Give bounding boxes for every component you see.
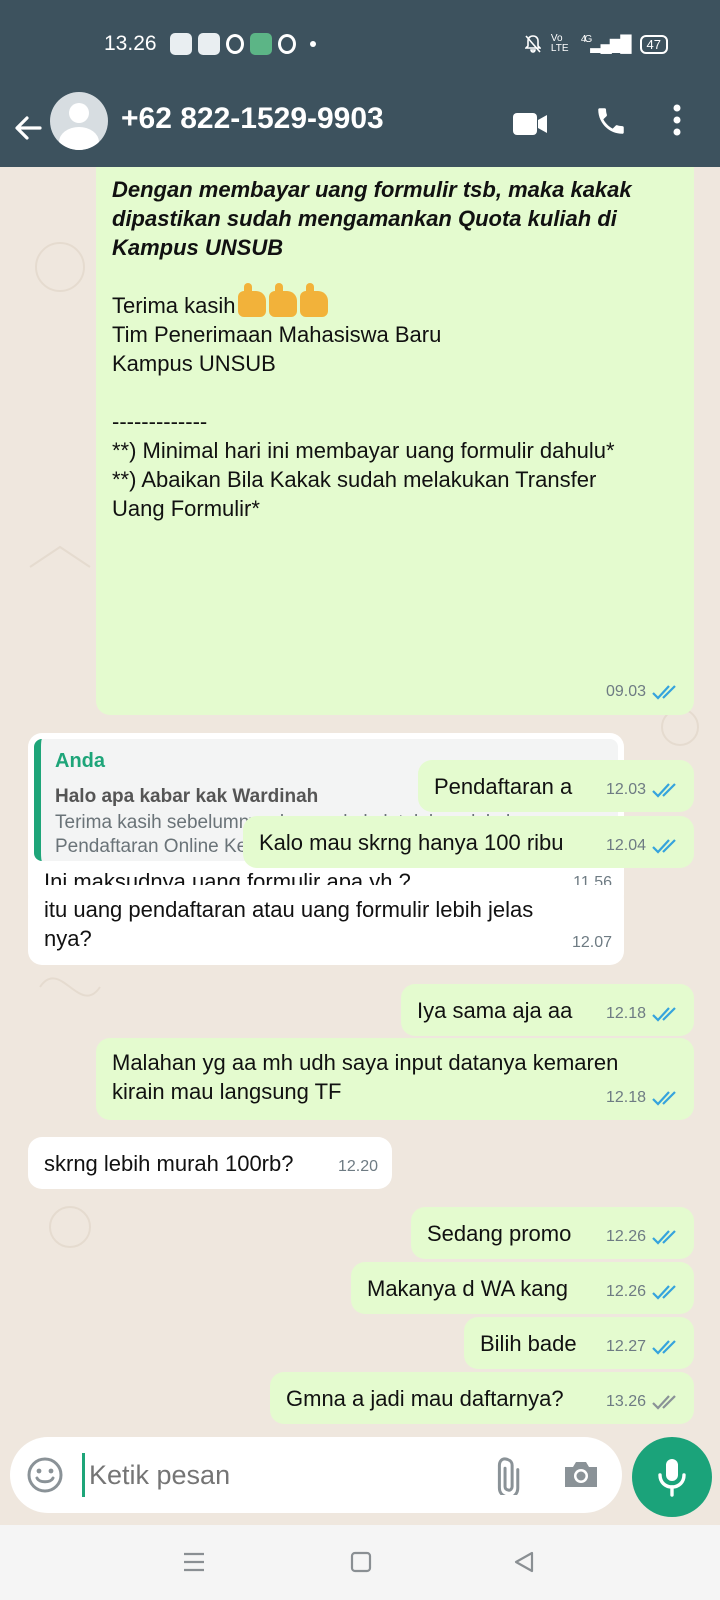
time-text: 13.26 <box>605 1393 646 1410</box>
message-outgoing[interactable]: Bilih bade 12.27 <box>464 1317 694 1369</box>
thumbs-up-icon <box>300 283 329 317</box>
message-text: Iya sama aja aa <box>417 998 573 1023</box>
sent-ticks-icon <box>652 1394 676 1410</box>
app-notification-icon <box>278 34 296 54</box>
message-outgoing[interactable]: Sedang promo 12.26 <box>411 1207 694 1259</box>
message-text: Gmna a jadi mau daftarnya? <box>286 1386 564 1411</box>
message-time: 09.03 <box>606 677 680 706</box>
read-ticks-icon <box>652 1090 676 1106</box>
message-incoming[interactable]: itu uang pendaftaran atau uang formulir … <box>28 885 624 965</box>
app-notification-icon <box>226 34 244 54</box>
read-ticks-icon <box>652 1229 676 1245</box>
message-time: 12.26 <box>606 1222 680 1251</box>
message-text: itu uang pendaftaran atau uang formulir … <box>44 897 534 951</box>
message-outgoing[interactable]: Gmna a jadi mau daftarnya? 13.26 <box>270 1372 694 1424</box>
message-text: Bilih bade <box>480 1331 577 1356</box>
time-text: 12.27 <box>605 1338 646 1355</box>
mute-bell-icon <box>524 35 541 53</box>
app-notification-icon <box>250 33 272 55</box>
message-time: 12.20 <box>337 1158 378 1175</box>
camera-icon[interactable] <box>562 1457 600 1491</box>
avatar[interactable] <box>50 92 108 150</box>
message-time: 12.27 <box>606 1332 680 1361</box>
message-text: Makanya d WA kang <box>367 1276 568 1301</box>
message-text: ------------- <box>112 409 208 434</box>
message-outgoing[interactable]: Malahan yg aa mh udh saya input datanya … <box>96 1038 694 1120</box>
notification-icons <box>170 33 316 55</box>
message-text: Dengan membayar uang formulir tsb, maka … <box>112 177 632 260</box>
mic-button[interactable] <box>632 1437 712 1517</box>
network-type: 4G <box>580 34 592 45</box>
message-time: 13.26 <box>606 1387 680 1416</box>
system-nav-bar <box>0 1525 720 1600</box>
read-ticks-icon <box>652 684 676 700</box>
message-text: **) Minimal hari ini membayar uang formu… <box>112 438 615 463</box>
video-call-icon[interactable] <box>512 111 548 137</box>
more-notifications-icon <box>310 41 316 47</box>
volte-icon: Vo LTE <box>550 33 569 54</box>
thumbs-up-icon <box>269 283 298 317</box>
time-text: 09.03 <box>605 683 646 700</box>
message-input[interactable] <box>82 1453 482 1497</box>
recent-apps-icon[interactable] <box>183 1551 205 1573</box>
chat-header: +62 822-1529-9903 <box>0 90 720 167</box>
message-time: 12.18 <box>606 1083 680 1112</box>
message-text: Terima kasih <box>112 293 236 318</box>
chat-area[interactable]: Dengan membayar uang formulir tsb, maka … <box>0 167 720 1425</box>
thumbs-up-icon <box>238 283 267 317</box>
home-icon[interactable] <box>350 1551 372 1573</box>
system-icons: Vo LTE 4G▂▄▆█ 47 <box>524 33 668 54</box>
more-vert-icon[interactable] <box>672 103 682 137</box>
message-outgoing[interactable]: Pendaftaran a 12.03 <box>418 760 694 812</box>
read-ticks-icon <box>652 1339 676 1355</box>
back-nav-icon[interactable] <box>513 1551 535 1573</box>
message-text: Malahan yg aa mh udh saya input datanya … <box>112 1050 619 1104</box>
back-arrow-icon[interactable] <box>12 112 44 144</box>
message-outgoing[interactable]: Dengan membayar uang formulir tsb, maka … <box>96 167 694 715</box>
message-incoming[interactable]: skrng lebih murah 100rb? 12.20 <box>28 1137 392 1189</box>
battery-icon: 47 <box>639 34 668 54</box>
time-text: 12.04 <box>605 837 646 854</box>
mic-icon <box>658 1459 686 1497</box>
time-text: 12.18 <box>605 1005 646 1022</box>
status-bar: 13.26 Vo LTE 4G▂▄▆█ 47 <box>0 0 720 90</box>
message-time: 12.07 <box>571 934 612 951</box>
message-text: Sedang promo <box>427 1221 572 1246</box>
time-text: 12.18 <box>605 1089 646 1106</box>
message-text: Kalo mau skrng hanya 100 ribu <box>259 830 564 855</box>
message-outgoing[interactable]: Makanya d WA kang 12.26 <box>351 1262 694 1314</box>
message-time: 12.18 <box>606 999 680 1028</box>
contact-name[interactable]: +62 822-1529-9903 <box>121 102 384 136</box>
read-ticks-icon <box>652 1006 676 1022</box>
message-time: 12.03 <box>606 775 680 804</box>
read-ticks-icon <box>652 782 676 798</box>
message-time: 12.26 <box>606 1277 680 1306</box>
message-text: skrng lebih murah 100rb? <box>44 1151 294 1176</box>
attach-icon[interactable] <box>490 1457 530 1495</box>
message-text: **) Abaikan Bila Kakak sudah melakukan T… <box>112 467 597 521</box>
emoji-icon[interactable] <box>26 1456 64 1494</box>
message-text: Tim Penerimaan Mahasiswa Baru Kampus UNS… <box>112 322 442 376</box>
app-notification-icon <box>170 33 192 55</box>
message-outgoing[interactable]: Iya sama aja aa 12.18 <box>401 984 694 1036</box>
signal-icon: 4G▂▄▆█ <box>580 34 632 53</box>
status-time: 13.26 <box>104 32 157 55</box>
app-notification-icon <box>198 33 220 55</box>
time-text: 12.03 <box>605 781 646 798</box>
message-time: 12.04 <box>606 831 680 860</box>
read-ticks-icon <box>652 838 676 854</box>
message-outgoing[interactable]: Kalo mau skrng hanya 100 ribu 12.04 <box>243 816 694 868</box>
phone-icon[interactable] <box>594 104 628 138</box>
time-text: 12.26 <box>605 1283 646 1300</box>
message-composer <box>10 1437 622 1513</box>
read-ticks-icon <box>652 1284 676 1300</box>
time-text: 12.26 <box>605 1228 646 1245</box>
message-text: Pendaftaran a <box>434 774 573 799</box>
